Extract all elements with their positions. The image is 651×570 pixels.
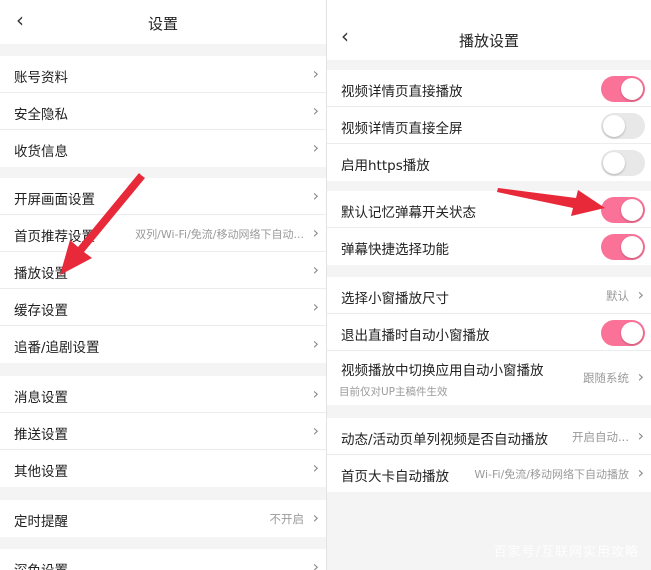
setting-label: 首页大卡自动播放 [341,469,449,485]
setting-label: 弹幕快捷选择功能 [341,242,449,258]
settings-item-push[interactable]: 推送设置 › [0,413,326,450]
setting-danmaku-quick-select: 弹幕快捷选择功能 [327,228,651,265]
chevron-right-icon: › [637,285,644,304]
settings-group-display: 开屏画面设置 › 首页推荐设置 双列/Wi-Fi/免流/移动网络下自动... ›… [0,178,326,363]
settings-panel: ‹ 设置 账号资料 › 安全隐私 › 收货信息 › 开屏画面设置 › 首页推荐设… [0,0,326,570]
settings-item-splash-screen[interactable]: 开屏画面设置 › [0,178,326,215]
settings-item-label: 推送设置 [14,427,68,443]
settings-item-label: 缓存设置 [14,303,68,319]
settings-item-account-profile[interactable]: 账号资料 › [0,56,326,93]
settings-item-follow-series[interactable]: 追番/追剧设置 › [0,326,326,363]
setting-value: 跟随系统 [583,371,629,385]
settings-group-account: 账号资料 › 安全隐私 › 收货信息 › [0,56,326,167]
chevron-right-icon: › [312,101,319,120]
setting-detail-autoplay: 视频详情页直接播放 [327,70,651,107]
toggle-switch[interactable] [601,76,645,102]
setting-home-card-autoplay[interactable]: 首页大卡自动播放 Wi-Fi/免流/移动网络下自动播放 › [327,455,651,492]
settings-item-label: 首页推荐设置 [14,229,95,245]
chevron-right-icon: › [312,223,319,242]
chevron-right-icon: › [312,421,319,440]
chevron-right-icon: › [312,260,319,279]
setting-live-exit-mini-window: 退出直播时自动小窗播放 [327,314,651,351]
setting-app-switch-mini-window[interactable]: 视频播放中切换应用自动小窗播放 目前仅对UP主稿件生效 跟随系统 › [327,351,651,405]
setting-label: 视频播放中切换应用自动小窗播放 [341,363,544,379]
toggle-knob [621,322,643,344]
toggle-switch[interactable] [601,113,645,139]
chevron-right-icon: › [312,508,319,527]
setting-label: 视频详情页直接全屏 [341,121,463,137]
setting-mini-window-size[interactable]: 选择小窗播放尺寸 默认 › [327,277,651,314]
settings-item-security-privacy[interactable]: 安全隐私 › [0,93,326,130]
setting-label: 选择小窗播放尺寸 [341,291,449,307]
left-header: ‹ 设置 [0,0,326,44]
chevron-right-icon: › [312,186,319,205]
playback-settings-panel: ‹ 播放设置 视频详情页直接播放 视频详情页直接全屏 启用https播放 默认记… [327,0,651,570]
chevron-right-icon: › [312,138,319,157]
settings-item-label: 定时提醒 [14,514,68,530]
settings-item-label: 收货信息 [14,144,68,160]
toggle-knob [621,236,643,258]
settings-item-dark-mode[interactable]: 深色设置 › [0,549,326,570]
settings-item-label: 追番/追剧设置 [14,340,100,356]
settings-item-message[interactable]: 消息设置 › [0,376,326,413]
toggle-switch[interactable] [601,234,645,260]
chevron-right-icon: › [637,463,644,482]
setting-detail-fullscreen: 视频详情页直接全屏 [327,107,651,144]
toggle-knob [621,78,643,100]
settings-item-other[interactable]: 其他设置 › [0,450,326,487]
setting-https-playback: 启用https播放 [327,144,651,181]
setting-label: 启用https播放 [341,158,430,174]
chevron-right-icon: › [312,334,319,353]
settings-item-label: 播放设置 [14,266,68,282]
playback-group-autoplay: 动态/活动页单列视频是否自动播放 开启自动... › 首页大卡自动播放 Wi-F… [327,418,651,492]
settings-item-home-recommend[interactable]: 首页推荐设置 双列/Wi-Fi/免流/移动网络下自动... › [0,215,326,252]
settings-item-cache[interactable]: 缓存设置 › [0,289,326,326]
toggle-knob [603,115,625,137]
settings-item-value: 双列/Wi-Fi/免流/移动网络下自动... [135,228,304,241]
setting-label: 动态/活动页单列视频是否自动播放 [341,432,549,448]
setting-value: 默认 [606,289,629,303]
toggle-knob [621,199,643,221]
setting-value: 开启自动... [572,430,629,444]
toggle-switch[interactable] [601,197,645,223]
chevron-right-icon: › [312,458,319,477]
chevron-right-icon: › [312,557,319,570]
chevron-right-icon: › [312,384,319,403]
toggle-switch[interactable] [601,320,645,346]
right-header: ‹ 播放设置 [327,0,651,60]
playback-group-mini-window: 选择小窗播放尺寸 默认 › 退出直播时自动小窗播放 视频播放中切换应用自动小窗播… [327,277,651,405]
setting-label: 视频详情页直接播放 [341,84,463,100]
setting-label: 退出直播时自动小窗播放 [341,328,490,344]
settings-item-label: 消息设置 [14,390,68,406]
playback-group-detail: 视频详情页直接播放 视频详情页直接全屏 启用https播放 [327,70,651,181]
settings-group-theme: 深色设置 › [0,549,326,570]
chevron-right-icon: › [312,64,319,83]
setting-label: 默认记忆弹幕开关状态 [341,205,476,221]
setting-value: Wi-Fi/免流/移动网络下自动播放 [474,468,629,481]
settings-item-label: 深色设置 [14,559,68,570]
chevron-right-icon: › [312,297,319,316]
page-title: 设置 [147,15,178,33]
settings-item-label: 其他设置 [14,464,68,480]
chevron-right-icon: › [637,367,644,386]
setting-danmaku-remember: 默认记忆弹幕开关状态 [327,191,651,228]
setting-activity-autoplay[interactable]: 动态/活动页单列视频是否自动播放 开启自动... › [327,418,651,455]
settings-item-label: 账号资料 [14,70,68,86]
settings-group-reminder: 定时提醒 不开启 › [0,500,326,537]
settings-item-value: 不开启 [269,512,305,526]
toggle-switch[interactable] [601,150,645,176]
settings-item-timed-reminder[interactable]: 定时提醒 不开启 › [0,500,326,537]
settings-item-label: 开屏画面设置 [14,192,95,208]
playback-group-danmaku: 默认记忆弹幕开关状态 弹幕快捷选择功能 [327,191,651,265]
page-title: 播放设置 [458,32,519,50]
chevron-right-icon: › [637,426,644,445]
settings-item-shipping-info[interactable]: 收货信息 › [0,130,326,167]
settings-group-notifications: 消息设置 › 推送设置 › 其他设置 › [0,376,326,487]
toggle-knob [603,152,625,174]
settings-item-label: 安全隐私 [14,107,68,123]
watermark: 百家号/互联网实用攻略 [493,545,639,560]
setting-sub-label: 目前仅对UP主稿件生效 [339,386,448,398]
settings-item-playback[interactable]: 播放设置 › [0,252,326,289]
